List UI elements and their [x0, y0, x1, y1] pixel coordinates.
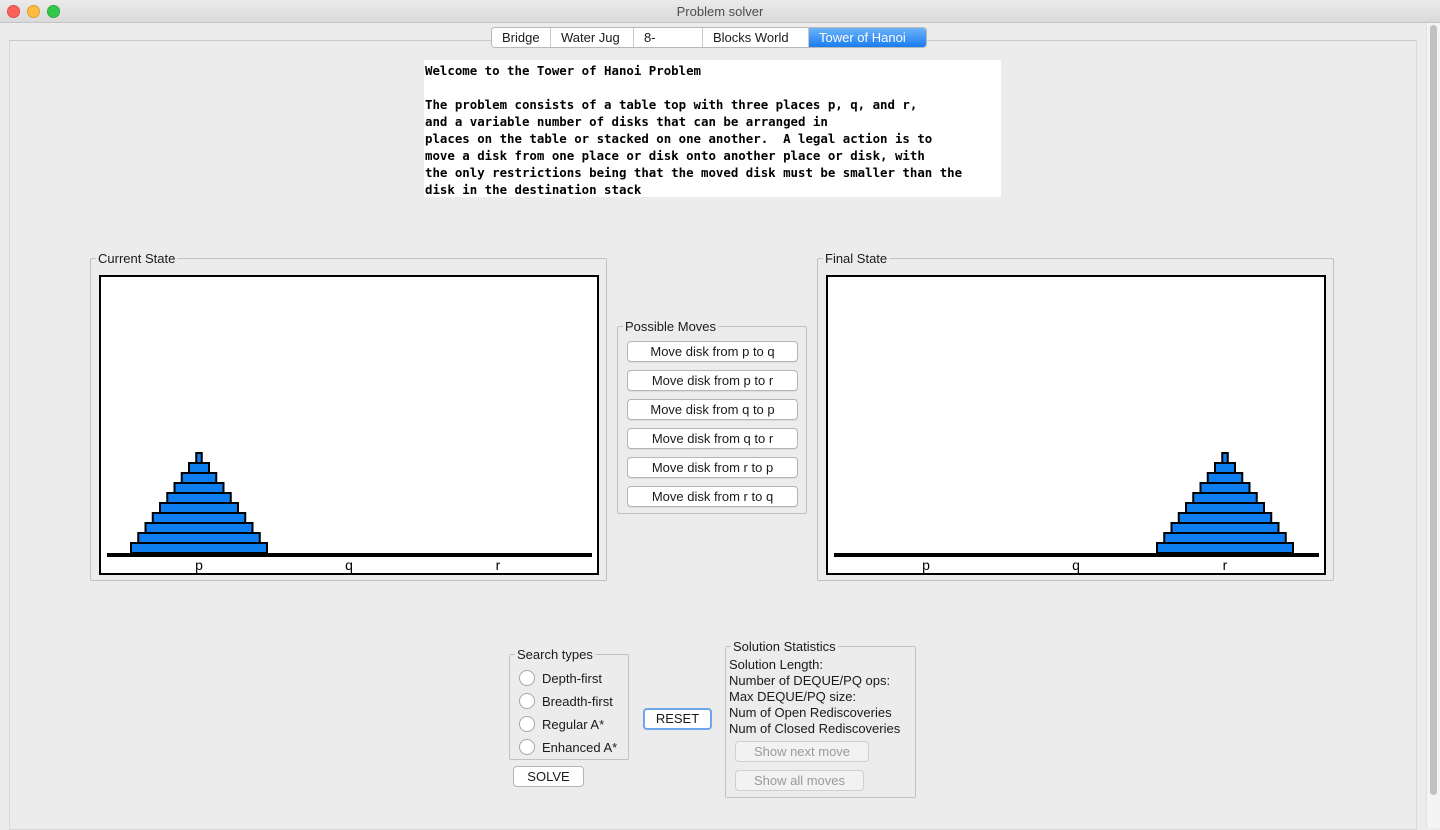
stat-max-deque-size: Max DEQUE/PQ size: [729, 689, 857, 704]
stat-deque-ops: Number of DEQUE/PQ ops: [729, 673, 891, 688]
disk-8 [1170, 522, 1280, 534]
disk-9 [1163, 532, 1287, 544]
radio-label: Breadth-first [542, 693, 613, 709]
disk-10 [130, 542, 268, 554]
move-p-to-r-button[interactable]: Move disk from p to r [627, 370, 798, 391]
current-state-canvas: p q r [99, 275, 599, 575]
tab-tower-of-hanoi[interactable]: Tower of Hanoi [809, 28, 926, 47]
disk-6 [159, 502, 239, 514]
solution-statistics-panel: Solution Statistics Solution Length: Num… [725, 639, 916, 798]
window-title: Problem solver [676, 4, 764, 19]
radio-button[interactable] [519, 693, 535, 709]
possible-moves-title: Possible Moves [623, 319, 719, 334]
final-state-panel: Final State p q r [817, 251, 1334, 581]
place-label-q: q [1072, 557, 1080, 573]
place-label-r: r [496, 557, 501, 573]
show-next-move-button[interactable]: Show next move [735, 741, 869, 762]
disk-4 [173, 482, 225, 494]
radio-label: Regular A* [542, 716, 605, 732]
disk-7 [151, 512, 247, 524]
radio-regular-a-star[interactable]: Regular A* [519, 715, 604, 733]
radio-button[interactable] [519, 716, 535, 732]
place-label-p: p [922, 557, 930, 573]
current-state-title: Current State [96, 251, 178, 266]
final-state-drawing: p q r [834, 452, 1319, 573]
disk-5 [1192, 492, 1258, 504]
reset-button[interactable]: RESET [643, 708, 712, 730]
description-line: the only restrictions being that the mov… [425, 165, 963, 180]
current-state-drawing: p q r [107, 452, 592, 573]
description-title: Welcome to the Tower of Hanoi Problem [425, 63, 702, 78]
place-label-q: q [345, 557, 353, 573]
move-q-to-r-button[interactable]: Move disk from q to r [627, 428, 798, 449]
search-types-title: Search types [515, 647, 595, 662]
description-line: The problem consists of a table top with… [425, 97, 918, 112]
radio-label: Depth-first [542, 670, 602, 686]
radio-button[interactable] [519, 739, 535, 755]
disk-1 [1221, 452, 1229, 464]
disk-5 [166, 492, 232, 504]
disk-2 [1214, 462, 1236, 474]
problem-description: Welcome to the Tower of Hanoi Problem The… [424, 60, 1001, 197]
current-state-panel: Current State p q r [90, 251, 607, 581]
disk-4 [1199, 482, 1251, 494]
disk-6 [1185, 502, 1265, 514]
disk-3 [180, 472, 218, 484]
description-line: and a variable number of disks that can … [425, 114, 828, 129]
solution-statistics-title: Solution Statistics [731, 639, 838, 654]
radio-depth-first[interactable]: Depth-first [519, 669, 602, 687]
radio-enhanced-a-star[interactable]: Enhanced A* [519, 738, 617, 756]
tab-water-jug[interactable]: Water Jug [551, 28, 634, 47]
disk-8 [144, 522, 254, 534]
move-r-to-q-button[interactable]: Move disk from r to q [627, 486, 798, 507]
disk-2 [188, 462, 210, 474]
move-q-to-p-button[interactable]: Move disk from q to p [627, 399, 798, 420]
vertical-scrollbar[interactable] [1426, 23, 1440, 828]
possible-moves-panel: Possible Moves Move disk from p to q Mov… [617, 319, 807, 514]
tab-bridge[interactable]: Bridge [492, 28, 551, 47]
move-r-to-p-button[interactable]: Move disk from r to p [627, 457, 798, 478]
solve-button[interactable]: SOLVE [513, 766, 584, 787]
tab-8-puzzle[interactable]: 8-Puzzle [634, 28, 703, 47]
tab-bar: Bridge Water Jug 8-Puzzle Blocks World T… [491, 27, 927, 48]
radio-button[interactable] [519, 670, 535, 686]
scrollbar-thumb[interactable] [1430, 25, 1437, 795]
disk-10 [1156, 542, 1294, 554]
final-state-canvas: p q r [826, 275, 1326, 575]
description-line: move a disk from one place or disk onto … [425, 148, 925, 163]
move-p-to-q-button[interactable]: Move disk from p to q [627, 341, 798, 362]
stat-solution-length: Solution Length: [729, 657, 823, 672]
radio-breadth-first[interactable]: Breadth-first [519, 692, 613, 710]
description-line: places on the table or stacked on one an… [425, 131, 933, 146]
disk-1 [195, 452, 203, 464]
disk-3 [1206, 472, 1244, 484]
place-label-p: p [195, 557, 203, 573]
description-line: disk in the destination stack [425, 182, 642, 197]
app-window: Problem solver Bridge Water Jug 8-Puzzle… [0, 0, 1440, 830]
radio-label: Enhanced A* [542, 739, 618, 755]
stat-closed-rediscoveries: Num of Closed Rediscoveries [729, 721, 901, 736]
search-types-panel: Search types Depth-first Breadth-first R… [509, 647, 629, 760]
disk-9 [137, 532, 261, 544]
show-all-moves-button[interactable]: Show all moves [735, 770, 864, 791]
stat-open-rediscoveries: Num of Open Rediscoveries [729, 705, 892, 720]
tab-blocks-world[interactable]: Blocks World [703, 28, 809, 47]
title-bar: Problem solver [0, 0, 1440, 23]
final-state-title: Final State [823, 251, 890, 266]
place-label-r: r [1223, 557, 1228, 573]
disk-7 [1177, 512, 1273, 524]
